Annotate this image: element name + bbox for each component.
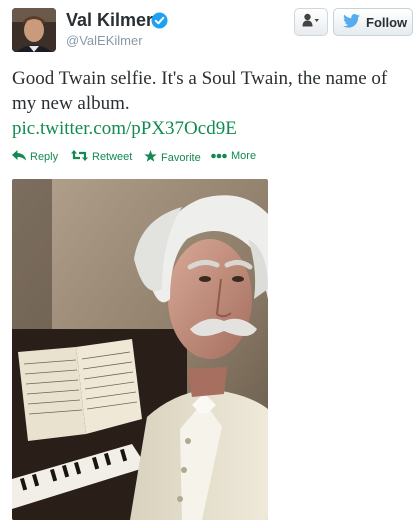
tweet-actions: Reply Retweet Favorite More xyxy=(12,150,312,168)
follow-button[interactable]: Follow xyxy=(333,8,413,36)
more-action[interactable]: More xyxy=(211,150,256,162)
reply-action[interactable]: Reply xyxy=(12,150,58,164)
retweet-icon xyxy=(71,150,92,164)
follow-label: Follow xyxy=(366,14,408,30)
display-name[interactable]: Val Kilmer xyxy=(66,10,153,31)
more-dots-icon xyxy=(211,150,231,162)
user-actions-button[interactable] xyxy=(294,8,328,36)
tweet-photo[interactable] xyxy=(12,179,268,520)
star-icon xyxy=(144,150,161,165)
tweet-media-link[interactable]: pic.twitter.com/pPX37Ocd9E xyxy=(12,118,237,140)
tweet-text: Good Twain selfie. It's a Soul Twain, th… xyxy=(12,68,388,114)
favorite-label: Favorite xyxy=(161,151,201,164)
reply-icon xyxy=(12,150,30,164)
avatar[interactable] xyxy=(12,8,56,52)
more-label: More xyxy=(231,150,257,162)
tweet-card: Val Kilmer @ValEKilmer Follow Good Twain… xyxy=(0,0,418,528)
favorite-action[interactable]: Favorite xyxy=(144,150,201,165)
twitter-bird-icon xyxy=(343,13,360,31)
verified-badge-icon xyxy=(151,12,168,29)
retweet-label: Retweet xyxy=(92,151,133,163)
user-icon xyxy=(302,13,320,32)
user-handle[interactable]: @ValEKilmer xyxy=(66,33,143,48)
reply-label: Reply xyxy=(30,151,59,163)
retweet-action[interactable]: Retweet xyxy=(71,150,132,164)
